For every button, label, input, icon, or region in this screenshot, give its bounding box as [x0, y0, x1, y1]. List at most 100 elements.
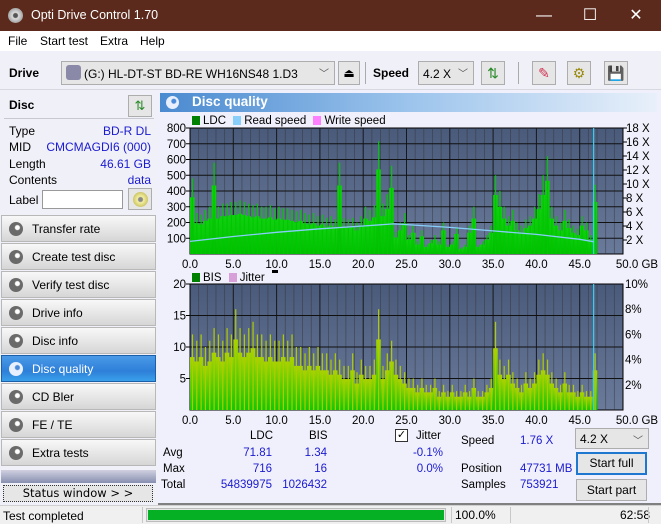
position-value: 47731 MB — [520, 463, 573, 475]
nav-item-label: Drive info — [32, 306, 83, 320]
data-bar-spike — [442, 384, 445, 410]
test-speed-select[interactable]: 4.2 X ﹀ — [575, 428, 649, 449]
stats-avg-label: Avg — [163, 447, 183, 459]
save-button[interactable]: 💾 — [604, 61, 628, 85]
data-bar-spike — [533, 372, 536, 410]
menu-bar: File Start test Extra Help — [0, 31, 661, 51]
main-title: Disc quality — [192, 94, 268, 109]
menu-start-test[interactable]: Start test — [40, 34, 88, 48]
speed-label: Speed — [373, 66, 410, 80]
data-bar-spike — [300, 209, 302, 254]
maximize-button[interactable]: ☐ — [567, 0, 613, 31]
disc-label-input[interactable] — [42, 190, 123, 209]
data-bar-spike — [538, 359, 540, 410]
nav-item-verify-test-disc[interactable]: Verify test disc — [1, 271, 156, 298]
start-part-button[interactable]: Start part — [576, 479, 647, 501]
menu-help[interactable]: Help — [140, 34, 165, 48]
data-bar-spike — [447, 391, 449, 410]
data-bar-spike — [200, 334, 202, 410]
data-bar-spike — [520, 384, 523, 410]
minimize-button[interactable]: — — [521, 0, 567, 31]
nav-item-fe-te[interactable]: FE / TE — [1, 411, 156, 438]
data-bar-spike — [196, 340, 198, 410]
data-bar-spike — [494, 175, 497, 254]
data-bar-spike — [209, 340, 211, 410]
nav-item-drive-info[interactable]: Drive info — [1, 299, 156, 326]
progress-label: 100.0% — [455, 508, 496, 522]
y2-tick-label: 18 X — [626, 123, 650, 135]
data-bar-spike — [516, 222, 518, 254]
nav-item-disc-quality[interactable]: Disc quality — [1, 355, 156, 382]
refresh-icon: ⇅ — [487, 65, 499, 81]
test-speed-value: 4.2 X — [580, 432, 609, 446]
data-bar-spike — [408, 235, 410, 254]
data-bar-spike — [395, 231, 397, 254]
nav-item-extra-tests[interactable]: Extra tests — [1, 439, 156, 466]
data-bar-spike — [343, 365, 345, 410]
data-bar-spike — [555, 216, 557, 254]
disc-refresh-button[interactable]: ⇅ — [128, 95, 152, 117]
speed-select[interactable]: 4.2 X ﹀ — [418, 61, 474, 85]
y-tick-label: 700 — [167, 139, 186, 151]
data-bar-spike — [486, 235, 488, 254]
data-bar-spike — [568, 384, 570, 410]
divider — [510, 507, 511, 523]
data-bar-spike — [391, 165, 393, 254]
close-button[interactable]: ✕ — [613, 0, 659, 31]
disc-label-button[interactable] — [128, 188, 152, 210]
data-bar-spike — [559, 222, 562, 254]
samples-value: 753921 — [520, 479, 559, 491]
stats-max-ldc: 716 — [252, 463, 272, 475]
menu-extra[interactable]: Extra — [100, 34, 128, 48]
data-bar-spike — [542, 175, 544, 254]
divider — [142, 507, 143, 523]
data-bar-spike — [399, 222, 401, 254]
data-bar-spike — [382, 365, 384, 410]
data-bar-spike — [330, 359, 332, 410]
nav-item-cd-bler[interactable]: CD Bler — [1, 383, 156, 410]
settings-button[interactable]: ⚙ — [567, 61, 591, 85]
data-bar-spike — [321, 353, 323, 410]
data-bar-spike — [217, 334, 220, 410]
menu-file[interactable]: File — [8, 34, 27, 48]
nav-item-label: CD Bler — [32, 390, 75, 404]
jitter-checkbox[interactable]: ✓ — [395, 429, 408, 442]
data-bar-spike — [191, 334, 194, 410]
data-bar-spike — [468, 225, 471, 254]
erase-button[interactable]: ✎ — [532, 61, 556, 85]
eject-button[interactable]: ⏏ — [338, 61, 360, 85]
nav-item-transfer-rate[interactable]: Transfer rate — [1, 215, 156, 242]
y-tick-label: 300 — [167, 202, 186, 214]
y-tick-label: 20 — [173, 279, 186, 291]
data-bar-spike — [412, 378, 414, 410]
data-bar-spike — [507, 216, 510, 254]
data-bar-spike — [581, 216, 583, 254]
data-bar-spike — [404, 372, 406, 410]
y-tick-label: 5 — [180, 374, 186, 386]
drive-select[interactable]: (G:) HL-DT-ST BD-RE WH16NS48 1.D3 ﹀ — [61, 61, 335, 85]
data-bar-spike — [256, 203, 259, 254]
refresh-speed-button[interactable]: ⇅ — [481, 61, 505, 85]
y-tick-label: 15 — [173, 311, 186, 323]
data-bar-spike — [430, 239, 432, 254]
y-tick-label: 200 — [167, 218, 186, 230]
nav-item-disc-info[interactable]: Disc info — [1, 327, 156, 354]
speed-readout-label: Speed — [461, 435, 495, 447]
disc-tool-icon — [9, 390, 23, 404]
disc-tool-icon — [9, 306, 23, 320]
data-bar-spike — [412, 225, 414, 254]
data-bar-spike — [213, 162, 215, 254]
data-bar-spike — [191, 178, 194, 254]
data-bar-spike — [542, 353, 544, 410]
start-full-button[interactable]: Start full — [576, 452, 647, 475]
status-window-button[interactable]: Status window > > — [3, 485, 153, 502]
disc-icon — [133, 192, 148, 207]
toolbar-divider — [518, 62, 519, 84]
x-tick-label: 0.0 — [182, 415, 198, 426]
data-bar-spike — [473, 206, 475, 254]
data-bar-spike — [473, 378, 475, 410]
nav-item-create-test-disc[interactable]: Create test disc — [1, 243, 156, 270]
data-bar-spike — [265, 206, 267, 254]
data-bar-spike — [590, 391, 592, 410]
disc-type-key: Type — [9, 124, 36, 138]
